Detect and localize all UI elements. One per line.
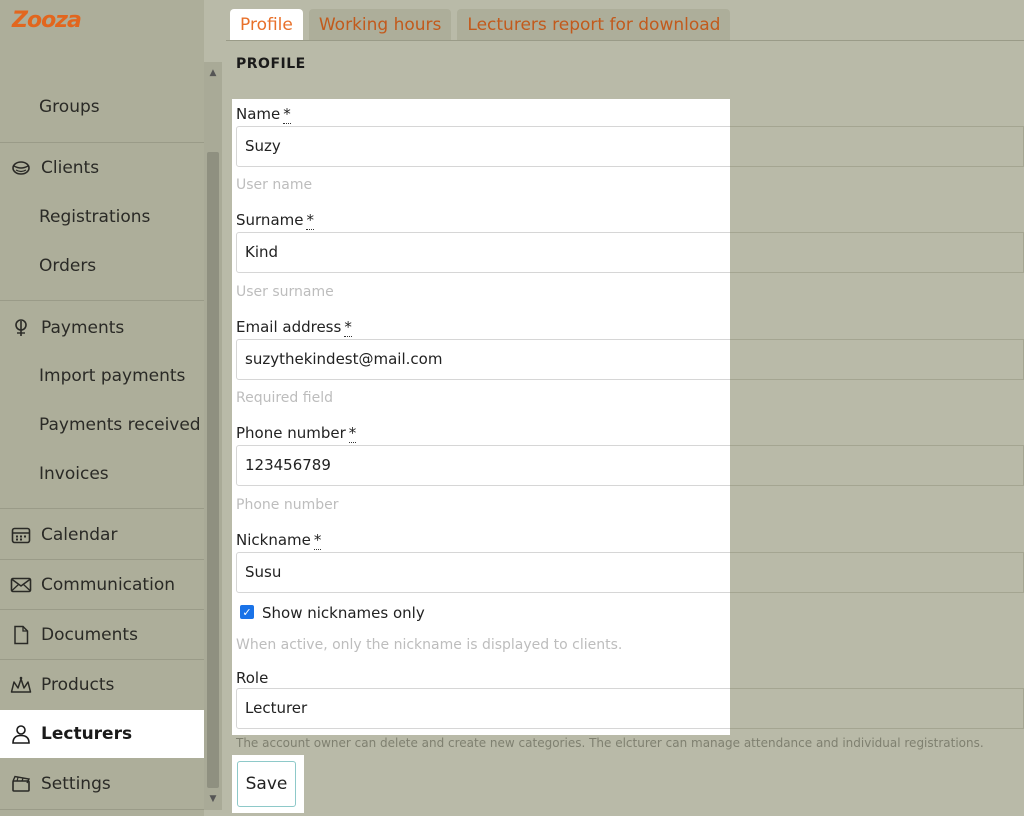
email-label: Email address * <box>236 318 352 337</box>
sidebar-item-invoices[interactable]: Invoices <box>0 453 204 495</box>
show-nicknames-label[interactable]: Show nicknames only <box>262 604 425 622</box>
surname-hint: User surname <box>236 284 334 300</box>
tab-lecturers-report[interactable]: Lecturers report for download <box>457 9 731 41</box>
show-nicknames-hint: When active, only the nickname is displa… <box>236 637 623 653</box>
sidebar-item-orders[interactable]: Orders <box>0 245 204 287</box>
surname-label: Surname * <box>236 211 314 230</box>
profile-form: Name * Suzy User name Surname * Kind User … <box>232 99 730 735</box>
role-select[interactable]: Lecturer <box>236 688 730 729</box>
envelope-icon <box>10 574 32 596</box>
tab-bar: Profile Working hours Lecturers report f… <box>230 9 731 41</box>
sidebar-item-groups[interactable]: Groups <box>0 86 204 128</box>
input-extension <box>730 688 1024 729</box>
sidebar-item-label: Invoices <box>39 464 109 484</box>
nickname-label: Nickname * <box>236 531 322 550</box>
sidebar-divider <box>0 300 204 301</box>
sidebar-item-label: Registrations <box>39 207 151 227</box>
main-content: Profile Working hours Lecturers report f… <box>222 0 1024 816</box>
save-panel: Save <box>232 755 304 813</box>
email-hint: Required field <box>236 390 333 406</box>
scroll-down-icon[interactable]: ▼ <box>204 788 222 810</box>
sidebar-scrollbar[interactable]: ▲ ▼ <box>204 62 222 810</box>
sidebar-divider <box>0 508 204 509</box>
input-extension <box>730 339 1024 380</box>
sidebar-item-settings[interactable]: Settings <box>0 760 204 808</box>
sidebar-item-label: Lecturers <box>41 724 133 744</box>
phone-field[interactable]: 123456789 <box>236 445 730 486</box>
sidebar-divider <box>0 659 204 660</box>
scroll-up-icon[interactable]: ▲ <box>204 62 222 84</box>
sidebar-divider <box>0 559 204 560</box>
sidebar-item-products[interactable]: Products <box>0 662 204 708</box>
sidebar-divider <box>0 142 204 143</box>
sidebar-item-documents[interactable]: Documents <box>0 612 204 658</box>
sidebar-divider <box>0 609 204 610</box>
scrollbar-thumb[interactable] <box>207 152 219 788</box>
input-extension <box>730 445 1024 486</box>
surname-field[interactable]: Kind <box>236 232 730 273</box>
payments-icon <box>10 317 32 339</box>
name-field[interactable]: Suzy <box>236 126 730 167</box>
tab-profile[interactable]: Profile <box>230 9 303 41</box>
sidebar-item-import-payments[interactable]: Import payments <box>0 355 204 397</box>
person-icon <box>10 723 32 745</box>
document-icon <box>10 624 32 646</box>
input-extension <box>730 552 1024 593</box>
tab-divider <box>226 40 1024 41</box>
tab-working-hours[interactable]: Working hours <box>308 9 452 41</box>
sidebar-item-communication[interactable]: Communication <box>0 562 204 608</box>
clients-icon <box>10 157 32 179</box>
sidebar-item-lecturers[interactable]: Lecturers <box>0 710 204 758</box>
role-hint: The account owner can delete and create … <box>236 736 984 750</box>
sidebar-item-label: Payments received <box>39 415 201 435</box>
name-label: Name * <box>236 105 291 124</box>
sidebar-item-label: Clients <box>41 158 100 178</box>
phone-hint: Phone number <box>236 497 339 513</box>
input-extension <box>730 232 1024 273</box>
sidebar-item-label: Groups <box>39 97 100 117</box>
sidebar-item-label: Payments <box>41 318 125 338</box>
products-icon <box>10 674 32 696</box>
role-label: Role <box>236 669 269 687</box>
sidebar-divider <box>0 809 204 810</box>
sidebar-item-registrations[interactable]: Registrations <box>0 196 204 238</box>
calendar-icon <box>10 524 32 546</box>
section-title: PROFILE <box>236 56 306 72</box>
sidebar-item-label: Communication <box>41 575 175 595</box>
input-extension <box>730 126 1024 167</box>
sidebar-item-clients[interactable]: Clients <box>0 146 204 190</box>
sidebar: Zooza Groups Clients Registrations Order… <box>0 0 204 816</box>
phone-label: Phone number * <box>236 424 357 443</box>
settings-icon <box>10 773 32 795</box>
sidebar-item-calendar[interactable]: Calendar <box>0 512 204 558</box>
email-field[interactable]: suzythekindest@mail.com <box>236 339 730 380</box>
sidebar-item-label: Documents <box>41 625 138 645</box>
name-hint: User name <box>236 177 313 193</box>
show-nicknames-checkbox[interactable]: ✓ <box>240 605 254 619</box>
sidebar-item-label: Products <box>41 675 115 695</box>
sidebar-item-label: Import payments <box>39 366 186 386</box>
sidebar-item-label: Calendar <box>41 525 118 545</box>
sidebar-item-label: Orders <box>39 256 97 276</box>
sidebar-item-payments[interactable]: Payments <box>0 306 204 350</box>
save-button[interactable]: Save <box>237 761 296 807</box>
sidebar-item-payments-received[interactable]: Payments received <box>0 404 204 446</box>
zooza-logo[interactable]: Zooza <box>12 8 82 33</box>
nickname-field[interactable]: Susu <box>236 552 730 593</box>
sidebar-item-label: Settings <box>41 774 111 794</box>
